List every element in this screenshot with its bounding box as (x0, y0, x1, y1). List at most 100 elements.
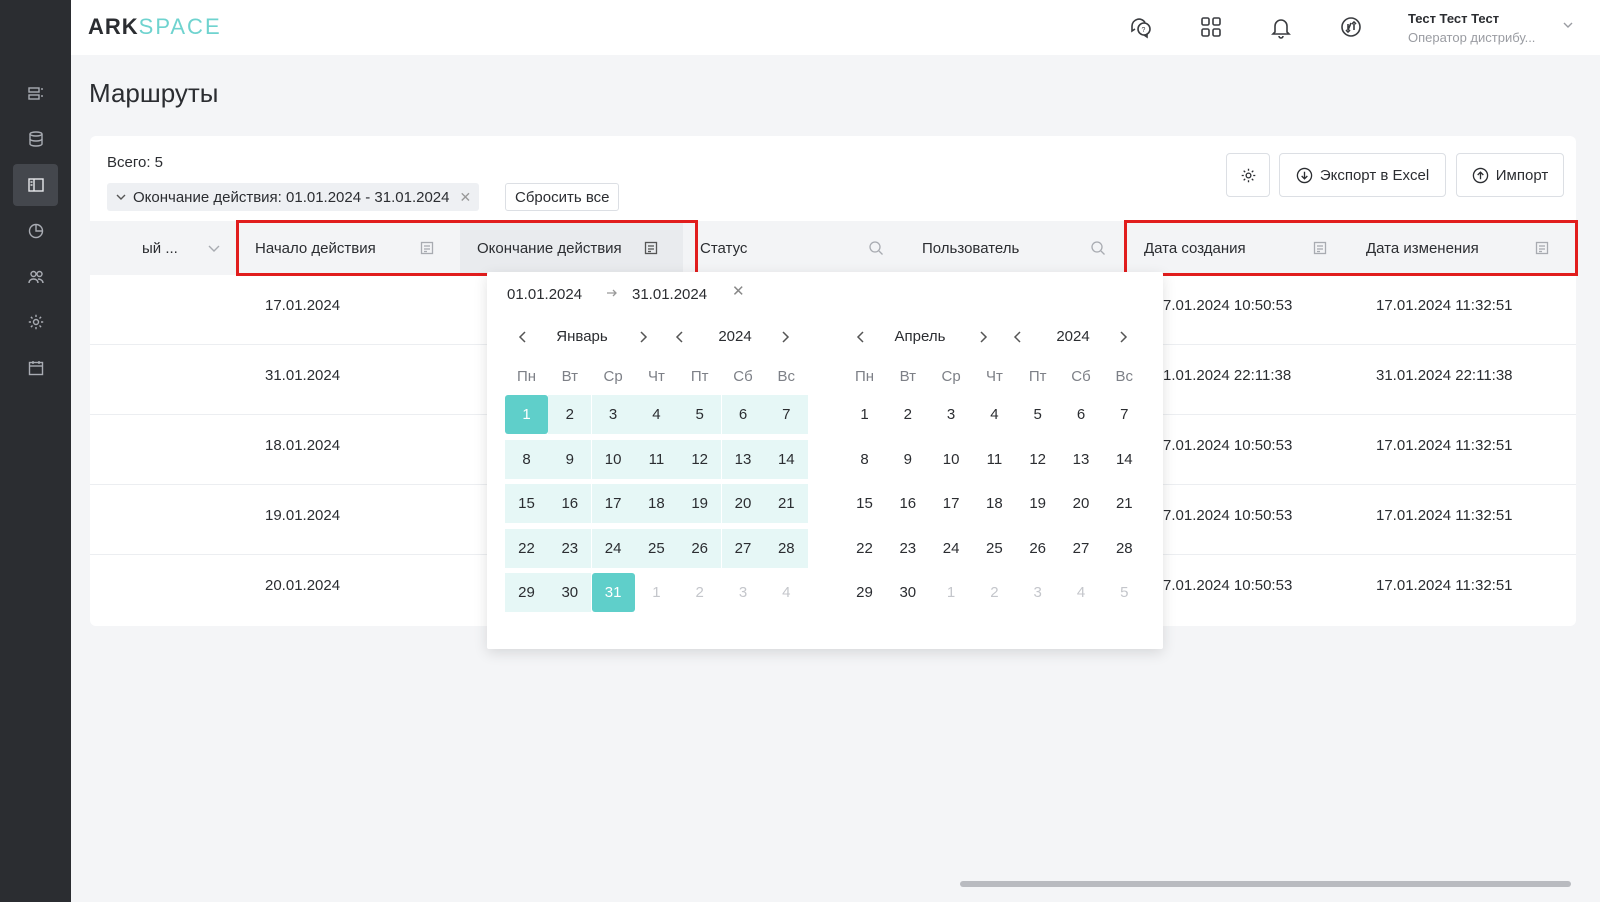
calendar-day[interactable]: 26 (678, 528, 722, 568)
calendar-day[interactable]: 10 (930, 440, 973, 479)
calendar-day[interactable]: 9 (548, 439, 592, 479)
export-excel-button[interactable]: Экспорт в Excel (1279, 153, 1446, 197)
calendar-day[interactable]: 25 (634, 528, 678, 568)
calendar-day[interactable]: 21 (1103, 484, 1146, 523)
calendar-day[interactable]: 20 (721, 484, 765, 523)
column-header-created[interactable]: Дата создания (1127, 221, 1349, 275)
column-header-end[interactable]: Окончание действия (460, 221, 683, 275)
calendar-day[interactable]: 2 (973, 573, 1016, 612)
calendar-day[interactable]: 24 (930, 529, 973, 568)
calendar-day[interactable]: 3 (930, 395, 973, 434)
calendar-day[interactable]: 9 (886, 440, 929, 479)
calendar-day[interactable]: 11 (634, 439, 678, 479)
calendar-day[interactable]: 11 (973, 440, 1016, 479)
sidebar-item-calendar[interactable] (13, 347, 58, 389)
prev-year-button[interactable] (670, 327, 690, 347)
column-header-name[interactable]: ый ... (142, 221, 222, 275)
close-icon[interactable]: ✕ (459, 189, 471, 206)
calendar-day[interactable]: 4 (765, 573, 808, 612)
next-year-button[interactable] (1113, 327, 1133, 347)
calendar-day[interactable]: 13 (721, 439, 765, 479)
chevron-down-icon[interactable] (206, 240, 222, 256)
calendar-day[interactable]: 5 (1103, 573, 1146, 612)
calendar-day[interactable]: 18 (973, 484, 1016, 523)
prev-year-button[interactable] (1008, 327, 1028, 347)
calendar-day[interactable]: 17 (930, 484, 973, 523)
filter-chip[interactable]: Окончание действия: 01.01.2024 - 31.01.2… (107, 183, 480, 211)
calendar-day[interactable]: 6 (1060, 395, 1103, 434)
calendar-day[interactable]: 1 (930, 573, 973, 612)
calendar-day[interactable]: 19 (678, 484, 722, 523)
calendar-day[interactable]: 16 (548, 484, 592, 523)
calendar-icon[interactable] (419, 240, 435, 256)
sidebar-item-database[interactable] (13, 118, 58, 160)
calendar-day[interactable]: 29 (843, 573, 886, 612)
calendar-icon[interactable] (643, 240, 659, 256)
right-year-label[interactable]: 2024 (1038, 328, 1108, 345)
calendar-day[interactable]: 28 (764, 528, 808, 568)
column-header-modified[interactable]: Дата изменения (1349, 221, 1571, 275)
logo[interactable]: ARKSPACE (88, 14, 222, 40)
calendar-day[interactable]: 3 (591, 395, 635, 434)
calendar-day[interactable]: 1 (635, 573, 678, 612)
calendar-day[interactable]: 16 (886, 484, 929, 523)
sidebar-item-list[interactable] (13, 73, 58, 115)
calendar-day[interactable]: 23 (548, 528, 592, 568)
search-icon[interactable] (1090, 240, 1106, 256)
user-menu[interactable]: Тест Тест Тест Оператор дистрибу... (1408, 11, 1558, 45)
sidebar-item-reports[interactable] (13, 210, 58, 252)
sidebar-item-users[interactable] (13, 256, 58, 298)
column-header-status[interactable]: Статус (683, 221, 905, 275)
calendar-day[interactable]: 2 (548, 395, 592, 434)
calendar-day[interactable]: 22 (505, 528, 548, 568)
calendar-day[interactable]: 30 (886, 573, 929, 612)
calendar-day[interactable]: 8 (505, 439, 548, 479)
calendar-icon[interactable] (1312, 240, 1328, 256)
calendar-day[interactable]: 4 (973, 395, 1016, 434)
horizontal-scrollbar[interactable] (960, 881, 1571, 887)
table-settings-button[interactable] (1226, 153, 1270, 197)
calendar-day[interactable]: 12 (1016, 440, 1059, 479)
calendar-day[interactable]: 6 (721, 395, 765, 434)
calendar-day[interactable]: 7 (764, 395, 808, 434)
range-end-input[interactable]: 31.01.2024 (632, 286, 707, 303)
prev-month-button[interactable] (851, 327, 871, 347)
range-start-input[interactable]: 01.01.2024 (507, 286, 582, 303)
chevron-down-icon[interactable] (1561, 18, 1575, 32)
calendar-day[interactable]: 12 (678, 439, 722, 479)
calendar-day[interactable]: 8 (843, 440, 886, 479)
calendar-day[interactable]: 17 (591, 484, 635, 523)
calendar-day[interactable]: 29 (505, 573, 548, 612)
bell-icon[interactable] (1268, 14, 1294, 40)
chat-support-icon[interactable]: ? (1128, 14, 1154, 40)
calendar-day[interactable]: 5 (1016, 395, 1059, 434)
calendar-day[interactable]: 10 (591, 439, 635, 479)
calendar-day[interactable]: 2 (678, 573, 721, 612)
calendar-day[interactable]: 25 (973, 529, 1016, 568)
calendar-day[interactable]: 27 (721, 528, 765, 568)
calendar-day[interactable]: 24 (591, 528, 635, 568)
calendar-day[interactable]: 20 (1060, 484, 1103, 523)
calendar-day[interactable]: 27 (1060, 529, 1103, 568)
calendar-day[interactable]: 2 (886, 395, 929, 434)
sidebar-item-routes[interactable] (13, 164, 58, 206)
apps-grid-icon[interactable] (1198, 14, 1224, 40)
import-button[interactable]: Импорт (1456, 153, 1564, 197)
calendar-day[interactable]: 15 (843, 484, 886, 523)
calendar-day[interactable]: 28 (1103, 529, 1146, 568)
calendar-day[interactable]: 18 (634, 484, 678, 523)
calendar-day[interactable]: 7 (1103, 395, 1146, 434)
calendar-icon[interactable] (1534, 240, 1550, 256)
calendar-day[interactable]: 4 (1060, 573, 1103, 612)
calendar-day[interactable]: 5 (678, 395, 722, 434)
calendar-day[interactable]: 4 (634, 395, 678, 434)
calendar-day[interactable]: 21 (764, 484, 808, 523)
column-header-start[interactable]: Начало действия (238, 221, 460, 275)
search-icon[interactable] (868, 240, 884, 256)
right-month-label[interactable]: Апрель (885, 328, 955, 345)
sync-icon[interactable] (1338, 14, 1364, 40)
calendar-day[interactable]: 31 (591, 573, 635, 612)
next-year-button[interactable] (775, 327, 795, 347)
calendar-day[interactable]: 19 (1016, 484, 1059, 523)
calendar-day[interactable]: 14 (1103, 440, 1146, 479)
